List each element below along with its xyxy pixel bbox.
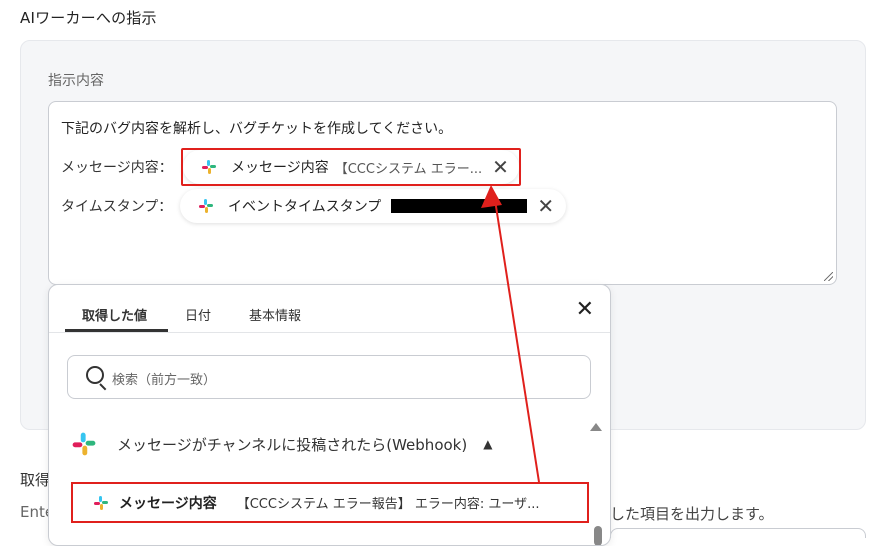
annotation-arrow bbox=[481, 185, 540, 483]
